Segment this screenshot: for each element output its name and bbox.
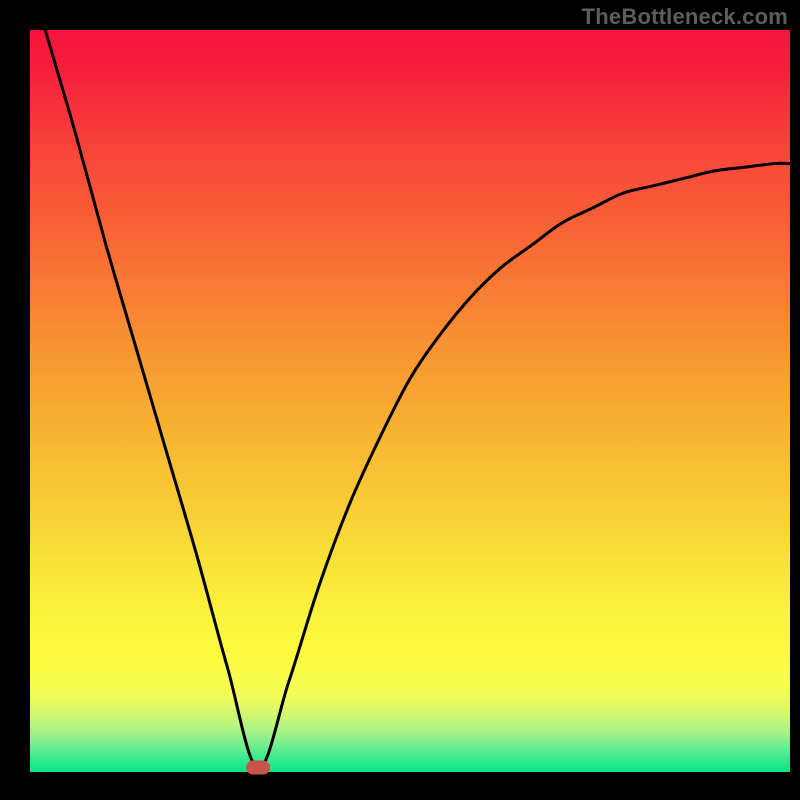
- attribution-text: TheBottleneck.com: [582, 4, 788, 30]
- chart-frame: TheBottleneck.com: [0, 0, 800, 800]
- plot-background: [30, 30, 790, 772]
- minimum-marker: [246, 761, 270, 775]
- bottleneck-chart: [0, 0, 800, 800]
